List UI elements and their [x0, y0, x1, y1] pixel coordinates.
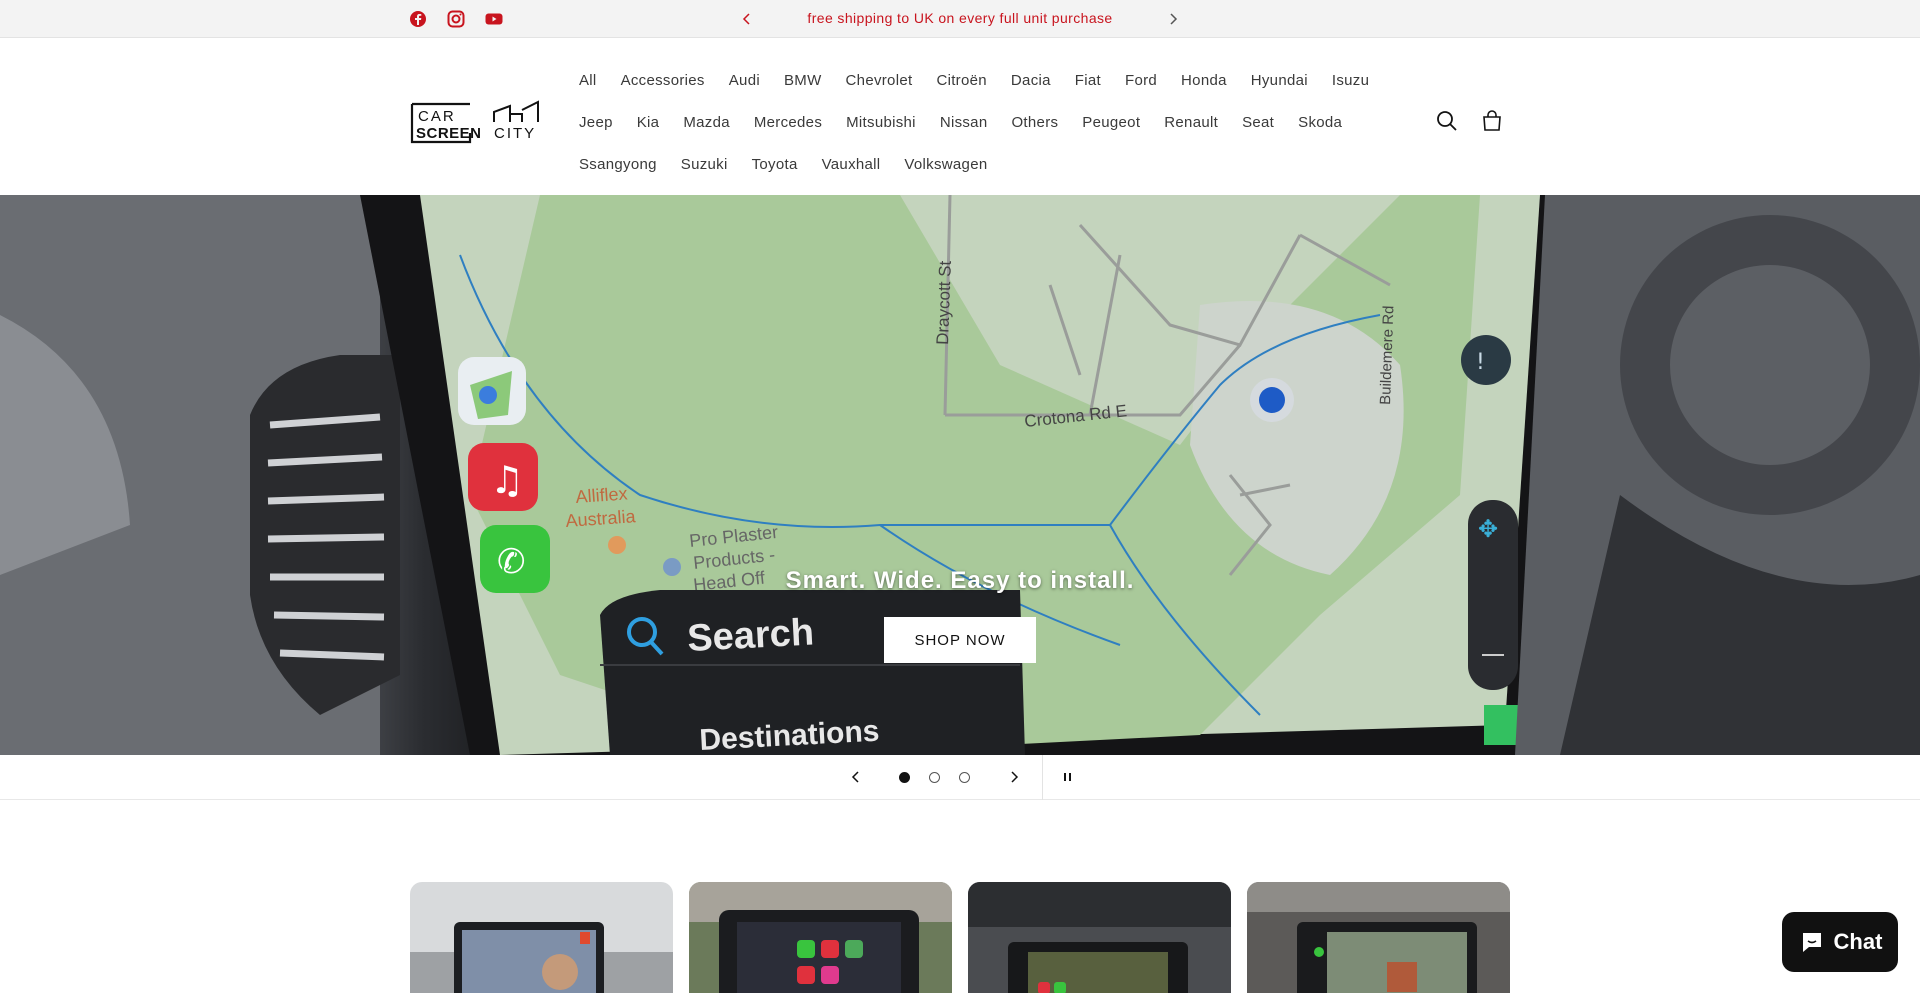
controls-divider — [1042, 755, 1043, 800]
nav-item-honda[interactable]: Honda — [1169, 60, 1239, 102]
site-header: CAR SCREEN CITY All Accessories Audi BMW… — [0, 38, 1920, 195]
announcement-next-button[interactable] — [1163, 9, 1183, 29]
nav-item-jeep[interactable]: Jeep — [567, 102, 625, 144]
nav-item-skoda[interactable]: Skoda — [1286, 102, 1354, 144]
chevron-right-icon — [1170, 13, 1178, 25]
svg-text:♫: ♫ — [490, 458, 524, 502]
nav-item-citroen[interactable]: Citroën — [924, 60, 998, 102]
svg-text:CITY: CITY — [494, 125, 536, 142]
announcement-prev-button[interactable] — [737, 9, 757, 29]
nav-item-suzuki[interactable]: Suzuki — [669, 144, 740, 186]
collection-card-2[interactable] — [689, 882, 952, 993]
instagram-icon[interactable] — [446, 9, 466, 29]
chevron-right-icon — [1011, 771, 1019, 783]
nav-item-kia[interactable]: Kia — [625, 102, 672, 144]
collection-image-3 — [968, 882, 1231, 993]
slideshow-controls — [0, 755, 1920, 800]
announcement-text: free shipping to UK on every full unit p… — [807, 10, 1113, 26]
nav-item-fiat[interactable]: Fiat — [1063, 60, 1113, 102]
nav-item-isuzu[interactable]: Isuzu — [1320, 60, 1381, 102]
slideshow-pause-button[interactable] — [1058, 767, 1078, 787]
map-label-street3: Buildemere Rd — [1377, 305, 1397, 405]
svg-text:✥: ✥ — [1478, 515, 1498, 543]
shop-now-button[interactable]: SHOP NOW — [884, 617, 1036, 663]
svg-text:SCREEN: SCREEN — [416, 125, 482, 142]
slide-next-button[interactable] — [1004, 767, 1024, 787]
nav-item-mercedes[interactable]: Mercedes — [742, 102, 834, 144]
svg-text:CAR: CAR — [418, 108, 456, 125]
current-location-icon — [1259, 387, 1285, 413]
cart-button[interactable] — [1480, 109, 1504, 133]
shopping-bag-icon — [1483, 110, 1501, 131]
hero-banner: Draycott St Crotona Rd E Buildemere Rd A… — [0, 195, 1920, 755]
map-search-label: Search — [686, 611, 815, 660]
map-label-poi1a: Alliflex — [575, 483, 628, 507]
feedback-icon — [1461, 335, 1511, 385]
slide-dot-1[interactable] — [899, 772, 910, 783]
slide-dot-3[interactable] — [959, 772, 970, 783]
nav-item-peugeot[interactable]: Peugeot — [1070, 102, 1152, 144]
nav-item-all[interactable]: All — [567, 60, 609, 102]
hero-image: Draycott St Crotona Rd E Buildemere Rd A… — [0, 195, 1920, 755]
nav-item-mazda[interactable]: Mazda — [671, 102, 742, 144]
nav-item-nissan[interactable]: Nissan — [928, 102, 1000, 144]
hero-heading: Smart. Wide. Easy to install. — [785, 567, 1135, 594]
nav-item-toyota[interactable]: Toyota — [740, 144, 810, 186]
chat-label: Chat — [1833, 929, 1883, 954]
nav-item-chevrolet[interactable]: Chevrolet — [834, 60, 925, 102]
youtube-icon[interactable] — [484, 9, 504, 29]
svg-text:!: ! — [1476, 350, 1485, 375]
collection-image-2 — [689, 882, 952, 993]
collection-card-1[interactable] — [410, 882, 673, 993]
nav-item-ford[interactable]: Ford — [1113, 60, 1169, 102]
chat-icon — [1802, 933, 1821, 952]
slide-dot-2[interactable] — [929, 772, 940, 783]
site-logo[interactable]: CAR SCREEN CITY — [410, 100, 542, 144]
collection-card-4[interactable] — [1247, 882, 1510, 993]
nav-item-renault[interactable]: Renault — [1152, 102, 1230, 144]
nav-item-audi[interactable]: Audi — [717, 60, 772, 102]
nav-item-vauxhall[interactable]: Vauxhall — [810, 144, 893, 186]
chat-button[interactable]: Chat — [1782, 912, 1898, 972]
announcement-bar: free shipping to UK on every full unit p… — [0, 0, 1920, 38]
collection-card-3[interactable] — [968, 882, 1231, 993]
nav-item-others[interactable]: Others — [999, 102, 1070, 144]
nav-item-bmw[interactable]: BMW — [772, 60, 834, 102]
nav-item-seat[interactable]: Seat — [1230, 102, 1286, 144]
nav-item-hyundai[interactable]: Hyundai — [1239, 60, 1320, 102]
poi-pin-icon — [608, 536, 626, 554]
chevron-left-icon — [742, 13, 750, 25]
search-button[interactable] — [1435, 109, 1459, 133]
chevron-left-icon — [851, 771, 859, 783]
slide-prev-button[interactable] — [846, 767, 866, 787]
social-links — [408, 9, 504, 29]
collection-image-4 — [1247, 882, 1510, 993]
nav-item-dacia[interactable]: Dacia — [999, 60, 1063, 102]
nav-item-mitsubishi[interactable]: Mitsubishi — [834, 102, 928, 144]
nav-item-volkswagen[interactable]: Volkswagen — [892, 144, 999, 186]
collection-grid — [410, 882, 1510, 993]
pause-icon — [1064, 773, 1071, 781]
facebook-icon[interactable] — [408, 9, 428, 29]
nav-item-accessories[interactable]: Accessories — [609, 60, 717, 102]
main-nav: All Accessories Audi BMW Chevrolet Citro… — [567, 60, 1407, 186]
search-icon — [1437, 111, 1457, 131]
nav-item-ssangyong[interactable]: Ssangyong — [567, 144, 669, 186]
collection-image-1 — [410, 882, 673, 993]
map-label-street1: Draycott St — [933, 260, 955, 345]
